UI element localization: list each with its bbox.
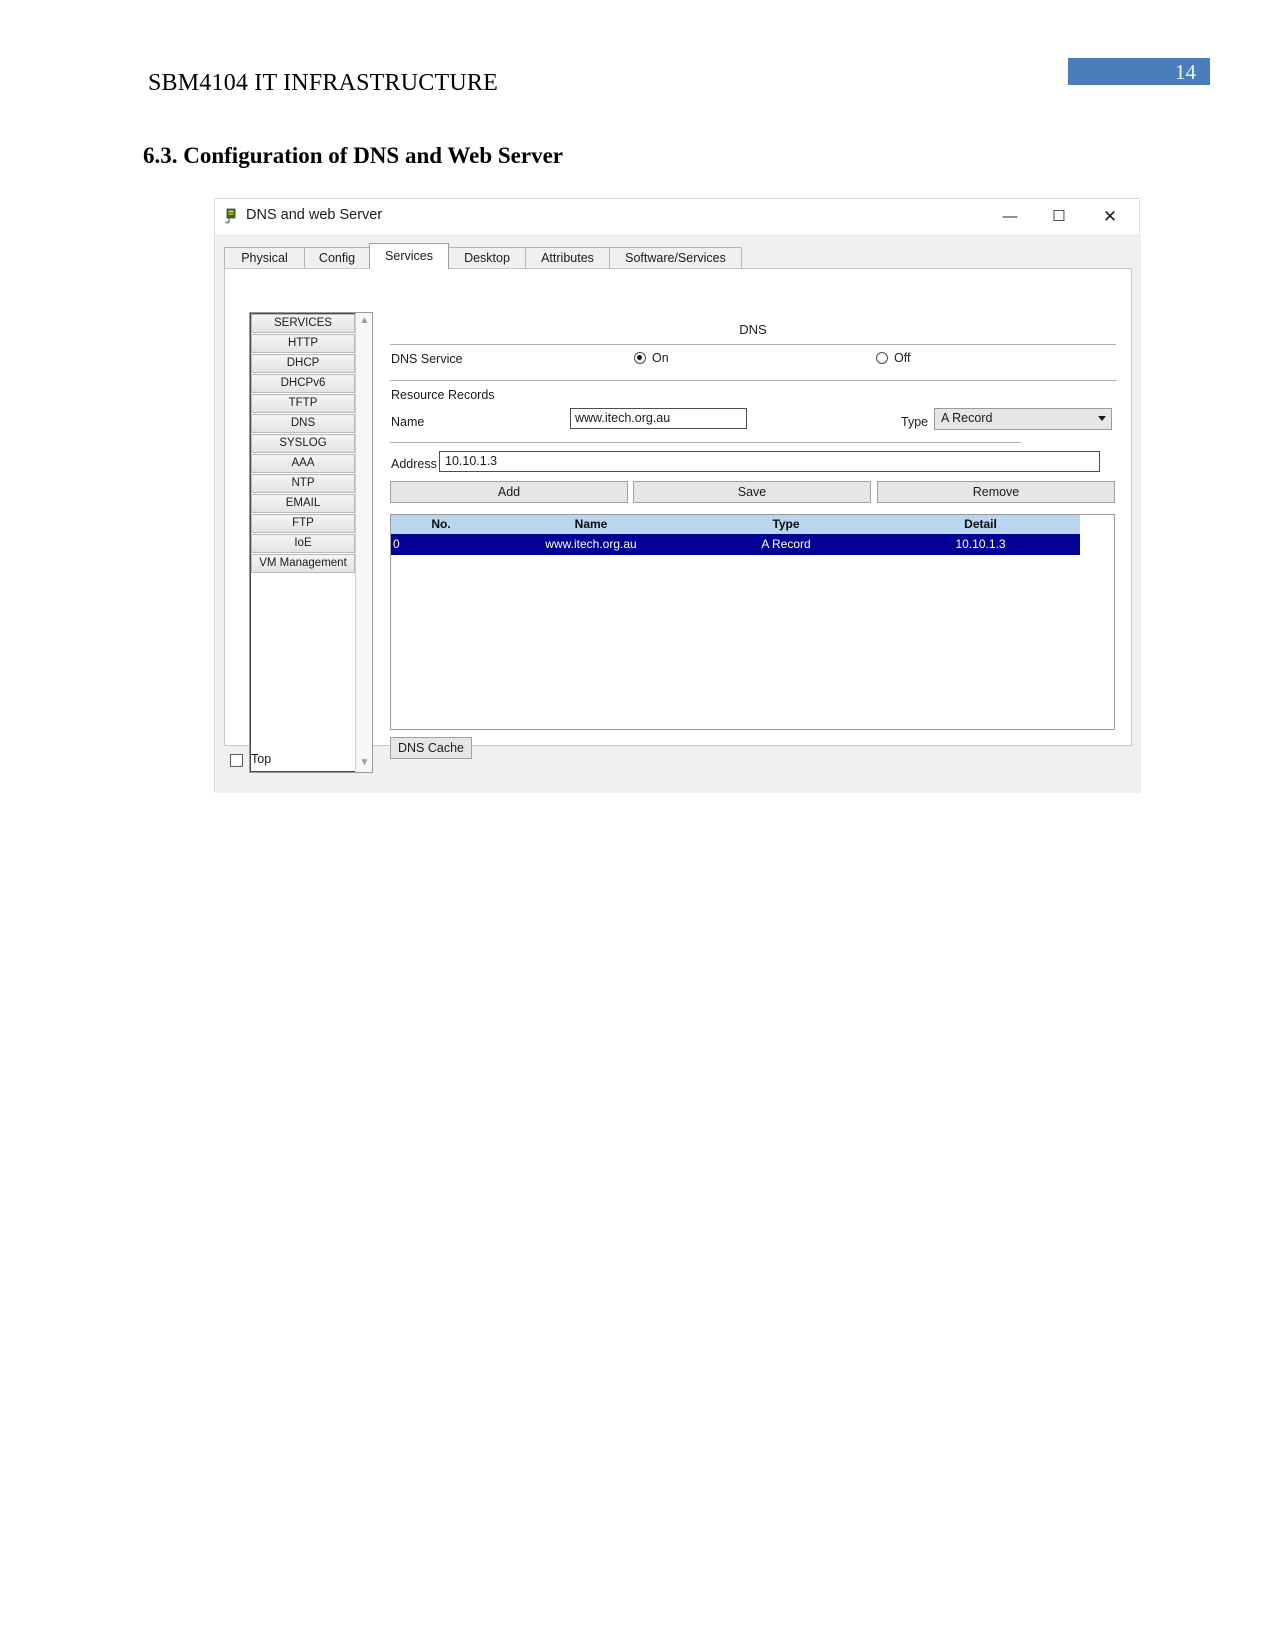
services-sidebar-list: SERVICES HTTP DHCP DHCPv6 TFTP DNS SYSLOG AAA NT… — [250, 313, 356, 772]
column-header-detail: Detail — [964, 517, 997, 531]
type-label: Type — [901, 415, 929, 429]
cell-no: 0 — [393, 537, 400, 551]
window-titlebar: DNS and web Server — ☐ ✕ — [215, 199, 1139, 234]
tab-config[interactable]: Config — [304, 247, 370, 268]
save-button[interactable]: Save — [633, 481, 871, 503]
sidebar-item-services[interactable]: SERVICES — [251, 314, 355, 333]
window-title: DNS and web Server — [246, 207, 383, 223]
type-select[interactable]: A Record — [934, 408, 1112, 430]
table-header-row: No. Name Type Detail — [391, 515, 1080, 534]
page-number-text: 14 — [1175, 60, 1196, 84]
sidebar-item-dns[interactable]: DNS — [251, 414, 355, 433]
dns-cache-button[interactable]: DNS Cache — [390, 737, 472, 759]
chevron-down-icon — [1098, 416, 1106, 421]
chevron-up-icon[interactable]: ▲ — [356, 313, 373, 330]
tab-physical[interactable]: Physical — [224, 247, 305, 268]
divider-3 — [390, 442, 1021, 443]
resource-records-label: Resource Records — [391, 388, 495, 402]
divider-2 — [390, 380, 1116, 381]
tab-software-services[interactable]: Software/Services — [609, 247, 742, 268]
sidebar-item-tftp[interactable]: TFTP — [251, 394, 355, 413]
services-sidebar: SERVICES HTTP DHCP DHCPv6 TFTP DNS SYSLOG AAA NT… — [249, 312, 373, 773]
address-input[interactable]: 10.10.1.3 — [439, 451, 1100, 472]
column-header-name: Name — [574, 517, 608, 531]
sidebar-item-dhcpv6[interactable]: DHCPv6 — [251, 374, 355, 393]
radio-on-mark — [634, 352, 646, 364]
top-checkbox[interactable] — [230, 754, 243, 767]
cell-type: A Record — [761, 537, 811, 551]
window-body: Physical Config Services Desktop Attribu… — [215, 234, 1141, 793]
resource-records-table: No. Name Type Detail 0 www.itech.org.au A … — [390, 514, 1115, 730]
minimize-icon[interactable]: — — [987, 199, 1033, 234]
tab-desktop[interactable]: Desktop — [448, 247, 526, 268]
tab-services[interactable]: Services — [369, 243, 449, 269]
sidebar-item-ioe[interactable]: IoE — [251, 534, 355, 553]
page-title: 6.3. Configuration of DNS and Web Server — [143, 143, 563, 168]
chevron-down-icon[interactable]: ▼ — [356, 755, 373, 772]
add-button[interactable]: Add — [390, 481, 628, 503]
sidebar-item-http[interactable]: HTTP — [251, 334, 355, 353]
divider-1 — [390, 344, 1116, 345]
dns-pane-title: DNS — [739, 322, 767, 337]
tab-bar: Physical Config Services Desktop Attribu… — [224, 243, 1132, 269]
app-window: DNS and web Server — ☐ ✕ Physical Config… — [214, 198, 1141, 793]
column-header-no: No. — [431, 517, 451, 531]
page-number-badge: 14 — [1068, 58, 1210, 85]
document-header: 14 SBM4104 IT INFRASTRUCTURE — [0, 0, 1275, 120]
remove-button[interactable]: Remove — [877, 481, 1115, 503]
type-select-value: A Record — [941, 411, 993, 425]
dns-settings-pane: DNS DNS Service On Off Resource Records … — [388, 312, 1118, 773]
name-input[interactable]: www.itech.org.au — [570, 408, 747, 429]
sidebar-item-vm-management[interactable]: VM Management — [251, 554, 355, 573]
table-row[interactable]: 0 www.itech.org.au A Record 10.10.1.3 — [391, 534, 1080, 555]
column-header-type: Type — [772, 517, 800, 531]
radio-off-mark — [876, 352, 888, 364]
dns-service-on-radio[interactable]: On — [634, 351, 669, 365]
sidebar-item-aaa[interactable]: AAA — [251, 454, 355, 473]
dns-service-label: DNS Service — [391, 352, 463, 366]
sidebar-item-dhcp[interactable]: DHCP — [251, 354, 355, 373]
cell-detail: 10.10.1.3 — [955, 537, 1006, 551]
sidebar-item-ntp[interactable]: NTP — [251, 474, 355, 493]
services-content-panel: SERVICES HTTP DHCP DHCPv6 TFTP DNS SYSLOG AAA NT… — [224, 268, 1132, 773]
top-checkbox-label: Top — [251, 752, 272, 766]
dns-service-off-radio[interactable]: Off — [876, 351, 910, 365]
sidebar-item-syslog[interactable]: SYSLOG — [251, 434, 355, 453]
document-header-title: SBM4104 IT INFRASTRUCTURE — [148, 70, 498, 96]
address-label: Address — [391, 457, 437, 471]
sidebar-item-email[interactable]: EMAIL — [251, 494, 355, 513]
close-icon[interactable]: ✕ — [1087, 199, 1133, 234]
radio-off-label: Off — [894, 351, 911, 365]
sidebar-item-ftp[interactable]: FTP — [251, 514, 355, 533]
name-label: Name — [391, 415, 425, 429]
radio-on-label: On — [652, 351, 669, 365]
sidebar-scrollbar[interactable]: ▲ ▼ — [355, 313, 372, 772]
tab-attributes[interactable]: Attributes — [525, 247, 610, 268]
maximize-icon[interactable]: ☐ — [1036, 199, 1082, 234]
device-server-icon — [224, 208, 240, 224]
cell-name: www.itech.org.au — [545, 537, 637, 551]
